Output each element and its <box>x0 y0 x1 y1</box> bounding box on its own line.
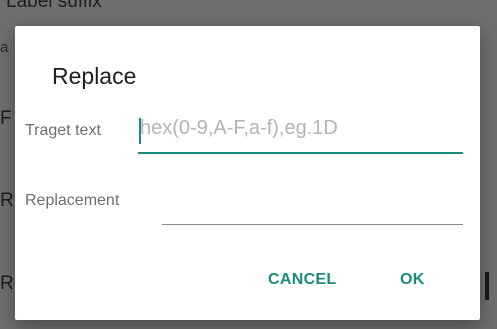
cancel-button[interactable]: CANCEL <box>268 271 336 289</box>
background-edge-control <box>485 272 489 300</box>
replacement-label: Replacement <box>25 192 120 209</box>
background-text-fragment: R <box>0 273 14 294</box>
replace-dialog: Replace Traget text hex(0-9,A-F,a-f),eg.… <box>15 26 480 320</box>
ok-button[interactable]: OK <box>400 271 425 289</box>
background-text-fragment: F <box>0 108 12 129</box>
target-text-input[interactable]: hex(0-9,A-F,a-f),eg.1D <box>138 110 463 154</box>
dialog-title: Replace <box>52 63 137 89</box>
replacement-input[interactable] <box>162 184 463 225</box>
background-text-fragment: a <box>0 39 9 56</box>
background-text-fragment: R <box>0 190 14 211</box>
background-label-suffix: Label suffix <box>6 0 102 12</box>
target-text-label: Traget text <box>25 122 101 139</box>
target-text-placeholder: hex(0-9,A-F,a-f),eg.1D <box>140 117 338 139</box>
